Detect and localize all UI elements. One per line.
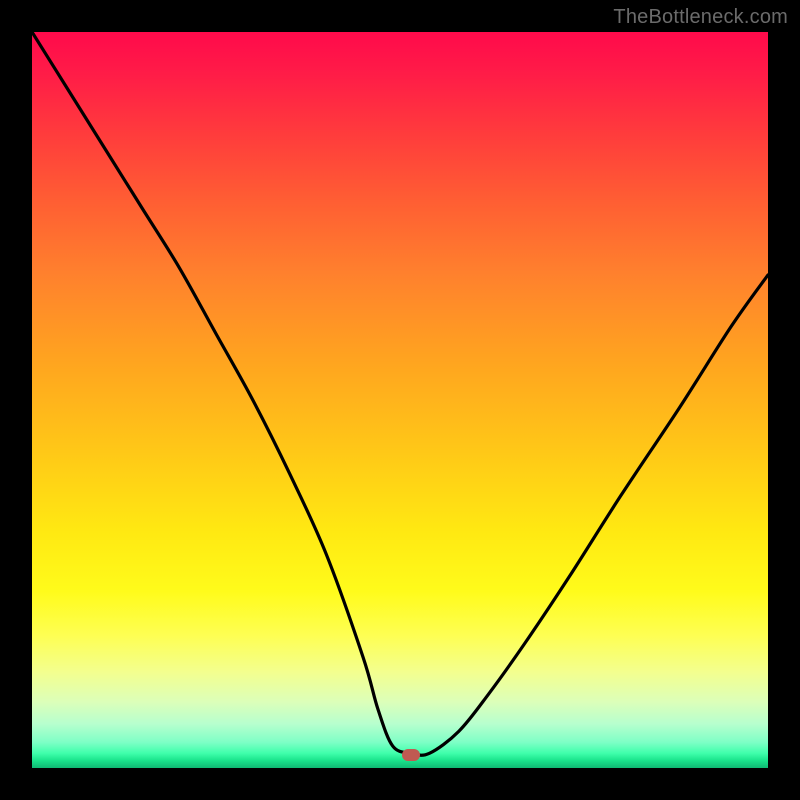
watermark-text: TheBottleneck.com bbox=[613, 6, 788, 29]
chart-frame: TheBottleneck.com bbox=[0, 0, 800, 800]
bottleneck-curve bbox=[32, 32, 768, 768]
optimal-point-marker bbox=[402, 749, 420, 761]
bottleneck-curve-path bbox=[32, 32, 768, 755]
plot-area bbox=[32, 32, 768, 768]
